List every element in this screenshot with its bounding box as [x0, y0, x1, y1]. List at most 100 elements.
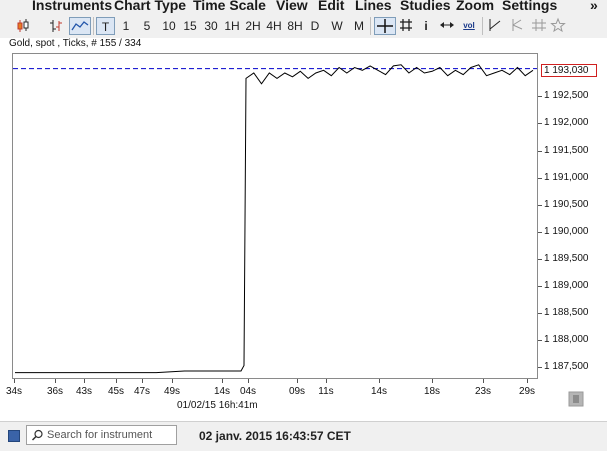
- menu-settings[interactable]: Settings: [502, 0, 557, 14]
- x-axis-tick: [84, 379, 85, 383]
- x-axis-tick: [483, 379, 484, 383]
- y-axis: 1 192,500 1 192,000 1 191,500 1 191,000 1 19…: [538, 53, 607, 379]
- menu-lines[interactable]: Lines: [355, 0, 392, 14]
- chart-title: Gold, spot , Ticks, # 155 / 334: [9, 38, 142, 49]
- menu-zoom[interactable]: Zoom: [456, 0, 494, 14]
- timeframe-d[interactable]: D: [308, 17, 322, 35]
- y-axis-tick: [538, 123, 542, 125]
- timeframe-15[interactable]: 15: [181, 17, 199, 35]
- y-axis-tick: [538, 340, 542, 342]
- x-axis-label: 49s: [163, 386, 181, 397]
- x-axis-tick: [527, 379, 528, 383]
- timeframe-2h[interactable]: 2H: [244, 17, 262, 35]
- x-axis-label: 47s: [133, 386, 151, 397]
- menu-instruments[interactable]: Instruments: [32, 0, 112, 14]
- menu-studies[interactable]: Studies: [400, 0, 451, 14]
- x-axis-label: 45s: [107, 386, 125, 397]
- status-datetime: 02 janv. 2015 16:43:57 CET: [199, 429, 351, 443]
- plot-area[interactable]: [12, 53, 538, 379]
- x-axis-label: 29s: [518, 386, 536, 397]
- instrument-color-icon[interactable]: [8, 430, 20, 442]
- scroll-right-button[interactable]: [566, 389, 586, 409]
- timeframe-30[interactable]: 30: [202, 17, 220, 35]
- x-axis-label: 14s: [370, 386, 388, 397]
- trend-line-icon[interactable]: [486, 17, 504, 35]
- timeframe-8h[interactable]: 8H: [286, 17, 304, 35]
- fit-width-icon[interactable]: [438, 17, 456, 35]
- current-price-label: 1 193,030: [541, 64, 597, 77]
- timeframe-1[interactable]: 1: [120, 17, 132, 35]
- y-axis-label: 1 187,500: [544, 361, 589, 373]
- y-axis-tick: [538, 367, 542, 369]
- info-icon[interactable]: i: [420, 17, 432, 35]
- y-axis-tick: [538, 285, 542, 287]
- timeframe-w[interactable]: W: [329, 17, 345, 35]
- toolbar-separator: [93, 17, 94, 35]
- menu-overflow-button[interactable]: »: [590, 0, 598, 14]
- search-input[interactable]: [47, 427, 173, 443]
- search-icon: [31, 429, 43, 441]
- candlestick-icon[interactable]: [14, 17, 32, 35]
- timeframe-m[interactable]: M: [351, 17, 367, 35]
- x-axis-label: 23s: [474, 386, 492, 397]
- fork-icon[interactable]: [508, 17, 526, 35]
- x-axis-tick: [379, 379, 380, 383]
- timeframe-10[interactable]: 10: [160, 17, 178, 35]
- grid-icon[interactable]: [398, 17, 414, 35]
- timeframe-t[interactable]: T: [96, 17, 115, 35]
- toolbar: T 1 5 10 15 30 1H 2H 4H 8H D W M i vol: [0, 14, 607, 38]
- x-axis: 01/02/15 16h:41m 34s 36s 43s 45s 47s 49s 14s 04…: [0, 379, 540, 415]
- x-axis-tick: [297, 379, 298, 383]
- crosshair-icon[interactable]: [374, 17, 396, 35]
- x-axis-date: 01/02/15 16h:41m: [177, 400, 258, 411]
- price-chart: [13, 64, 537, 374]
- x-axis-label: 34s: [5, 386, 23, 397]
- line-chart-icon[interactable]: [69, 17, 91, 35]
- timeframe-5[interactable]: 5: [141, 17, 153, 35]
- y-axis-label: 1 188,500: [544, 307, 589, 319]
- menu-chart-type[interactable]: Chart Type: [114, 0, 186, 14]
- y-axis-tick: [538, 177, 542, 179]
- y-axis-label: 1 192,000: [544, 117, 589, 129]
- volume-icon[interactable]: vol: [460, 17, 478, 35]
- menu-bar: Instruments Chart Type Time Scale View E…: [0, 0, 607, 14]
- x-axis-label: 43s: [75, 386, 93, 397]
- y-axis-tick: [538, 204, 542, 206]
- x-axis-tick: [326, 379, 327, 383]
- x-axis-label: 11s: [318, 386, 334, 397]
- y-axis-label: 1 188,000: [544, 334, 589, 346]
- star-icon[interactable]: [550, 17, 566, 35]
- hash-tool-icon[interactable]: [530, 17, 548, 35]
- x-axis-tick: [432, 379, 433, 383]
- y-axis-label: 1 191,500: [544, 144, 589, 156]
- search-box[interactable]: [26, 425, 177, 445]
- x-axis-label: 09s: [288, 386, 306, 397]
- y-axis-label: 1 191,000: [544, 171, 589, 183]
- x-axis-label: 36s: [46, 386, 64, 397]
- x-axis-tick: [172, 379, 173, 383]
- y-axis-tick: [538, 258, 542, 260]
- x-axis-tick: [116, 379, 117, 383]
- menu-view[interactable]: View: [276, 0, 308, 14]
- x-axis-label: 18s: [423, 386, 441, 397]
- x-axis-tick: [248, 379, 249, 383]
- timeframe-1h[interactable]: 1H: [223, 17, 241, 35]
- y-axis-label: 1 189,000: [544, 279, 589, 291]
- y-axis-label: 1 189,500: [544, 252, 589, 264]
- toolbar-separator: [482, 17, 483, 35]
- y-axis-tick: [538, 231, 542, 233]
- x-axis-label: 14s: [213, 386, 231, 397]
- x-axis-tick: [14, 379, 15, 383]
- y-axis-label: 1 192,500: [544, 90, 589, 102]
- menu-time-scale[interactable]: Time Scale: [193, 0, 266, 14]
- x-axis-tick: [142, 379, 143, 383]
- timeframe-4h[interactable]: 4H: [265, 17, 283, 35]
- menu-edit[interactable]: Edit: [318, 0, 344, 14]
- toolbar-separator: [370, 17, 371, 35]
- x-axis-tick: [222, 379, 223, 383]
- bar-chart-icon[interactable]: [47, 17, 65, 35]
- status-bar: 02 janv. 2015 16:43:57 CET: [0, 421, 607, 451]
- x-axis-label: 04s: [239, 386, 257, 397]
- y-axis-tick: [538, 313, 542, 315]
- y-axis-tick: [538, 150, 542, 152]
